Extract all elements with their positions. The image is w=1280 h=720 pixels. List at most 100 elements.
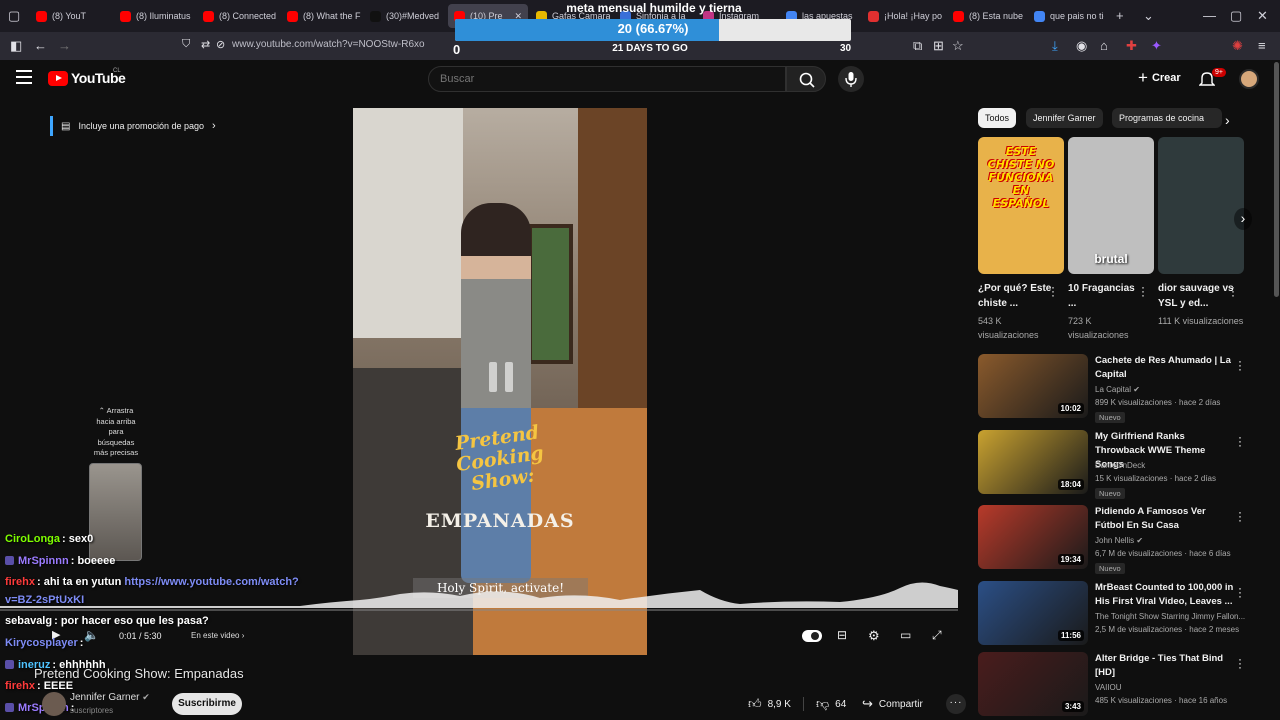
extension-purple-icon[interactable]: ✦ — [1151, 38, 1162, 54]
chat-text: EEEE — [43, 680, 74, 692]
recommendation-more-actions-icon[interactable]: · · · — [1237, 355, 1243, 375]
short-title[interactable]: dior sauvage vs YSL y ed... — [1158, 281, 1234, 311]
recommendation-channel[interactable]: La Capital ✔ — [1095, 385, 1140, 394]
short-thumbnail[interactable]: brutal — [1068, 137, 1154, 274]
recommendation-thumbnail[interactable]: 11:56 — [978, 581, 1088, 645]
shorts-next-chevron-icon[interactable]: › — [1234, 208, 1252, 230]
guide-menu-button[interactable] — [16, 70, 32, 84]
like-icon[interactable]: 👍︎ — [748, 696, 762, 712]
recommendation-title[interactable]: MrBeast Counted to 100,000 in His First … — [1095, 581, 1235, 609]
filter-chip[interactable]: Programas de cocina — [1112, 108, 1222, 128]
app-menu-icon[interactable]: ≡ — [1258, 38, 1266, 53]
short-thumbnail[interactable]: ESTE CHISTE NO FUNCIONA EN ESPAÑOL — [978, 137, 1064, 274]
url-field[interactable]: www.youtube.com/watch?v=NOOStw-R6xo — [232, 39, 425, 50]
volume-icon[interactable]: 🔈 — [84, 628, 102, 644]
extension-gear-icon[interactable]: ✺ — [1232, 38, 1243, 54]
reader-view-icon[interactable]: ⊞ — [933, 38, 944, 54]
short-thumbnail[interactable] — [1158, 137, 1244, 274]
extensions-icon[interactable]: ⌂ — [1100, 38, 1108, 53]
search-box[interactable] — [428, 66, 786, 92]
share-button[interactable]: ↪ Compartir — [862, 693, 923, 715]
picture-in-picture-icon[interactable]: ⧉ — [913, 38, 922, 54]
recommendation-more-actions-icon[interactable]: · · · — [1237, 506, 1243, 526]
close-window-button[interactable]: ✕ — [1257, 8, 1268, 24]
recommendation-thumbnail[interactable]: 19:34 — [978, 505, 1088, 569]
autoplay-toggle[interactable] — [802, 630, 822, 642]
minimize-window-button[interactable]: — — [1203, 8, 1216, 23]
short-more-actions-icon[interactable]: · · · — [1230, 281, 1236, 301]
browser-tab[interactable]: (30)#Medved — [364, 4, 444, 28]
new-tab-button[interactable]: + — [1116, 8, 1124, 23]
recommendation-more-actions-icon[interactable]: · · · — [1237, 582, 1243, 602]
mini-preview-thumbnail[interactable] — [89, 463, 142, 561]
recommendation-thumbnail[interactable]: 3:43 — [978, 652, 1088, 716]
sidebar-toggle-icon[interactable]: ◧ — [10, 38, 22, 54]
tab-list-chevron-icon[interactable]: ⌄ — [1143, 8, 1154, 24]
recommendation-channel[interactable]: VAIIOU — [1095, 683, 1122, 692]
short-title[interactable]: 10 Fragancias ... — [1068, 281, 1144, 311]
chat-message: sebavalg: por hacer eso que les pasa? — [5, 615, 209, 627]
dislike-count[interactable]: 64 — [835, 699, 846, 710]
search-input[interactable] — [440, 73, 770, 85]
dislike-icon[interactable]: 👎︎ — [816, 696, 829, 712]
recommendation-channel[interactable]: John Nellis ✔ — [1095, 536, 1143, 545]
browser-tab[interactable]: ¡Hola! ¡Hay po — [862, 4, 942, 28]
browser-tab[interactable]: (8) YouT — [30, 4, 110, 28]
subscribe-button[interactable]: Suscribirme — [172, 693, 242, 715]
account-icon[interactable]: ◉ — [1076, 38, 1087, 54]
more-actions-button[interactable]: ··· — [946, 694, 966, 714]
settings-gear-icon[interactable]: ⚙ — [868, 628, 886, 644]
theater-mode-icon[interactable]: ▭ — [900, 628, 918, 644]
browser-tab[interactable]: (8) Connected — [197, 4, 277, 28]
search-icon — [799, 72, 815, 88]
short-title[interactable]: ¿Por qué? Este chiste ... — [978, 281, 1054, 311]
page-scrollbar[interactable] — [1274, 62, 1279, 297]
voice-search-button[interactable] — [838, 66, 864, 92]
short-more-actions-icon[interactable]: · · · — [1140, 281, 1146, 301]
forward-button[interactable]: → — [58, 38, 71, 53]
fullscreen-icon[interactable]: ⤢ — [932, 628, 950, 644]
tab-overview-icon[interactable]: ▢ — [8, 8, 20, 24]
recommendation-title[interactable]: Pidiendo A Famosos Ver Fútbol En Su Casa — [1095, 505, 1235, 533]
browser-tab[interactable]: (8) Esta nube — [947, 4, 1027, 28]
subtitles-icon[interactable]: ⊟ — [837, 628, 855, 644]
recommendation-more-actions-icon[interactable]: · · · — [1237, 653, 1243, 673]
search-button[interactable] — [786, 66, 826, 92]
recommendation-channel[interactable]: The Tonight Show Starring Jimmy Fallon..… — [1095, 612, 1245, 621]
like-count[interactable]: 8,9 K — [768, 699, 791, 710]
create-button[interactable]: + Crear — [1138, 69, 1181, 86]
account-avatar[interactable] — [1239, 69, 1259, 89]
filter-chip[interactable]: Todos — [978, 108, 1017, 128]
like-dislike-group: 👍︎ 8,9 K 👎︎ 64 — [748, 693, 846, 715]
browser-tab[interactable]: (8) Iluminatus — [114, 4, 194, 28]
downloads-icon[interactable]: ⤓ — [1052, 38, 1058, 54]
browser-tab[interactable]: (8) What the F — [281, 4, 361, 28]
recommendation-thumbnail[interactable]: 10:02 — [978, 354, 1088, 418]
pause-icon[interactable] — [489, 362, 513, 392]
recommendation-channel[interactable]: DanteOnDeck — [1095, 461, 1145, 470]
recommendation-channel-name: The Tonight Show Starring Jimmy Fallon..… — [1095, 612, 1246, 621]
chat-link[interactable]: https://www.youtube.com/watch? — [124, 576, 298, 588]
permissions-icon[interactable]: ⇄ — [201, 38, 210, 51]
channel-avatar[interactable] — [42, 692, 66, 716]
chapter-link[interactable]: En este video › — [191, 631, 244, 640]
new-badge: Nuevo — [1095, 563, 1125, 574]
chips-next-chevron-icon[interactable]: › — [1225, 112, 1230, 128]
recommendation-title[interactable]: Alter Bridge - Ties That Bind [HD] — [1095, 652, 1235, 680]
restore-window-button[interactable]: ▢ — [1230, 8, 1242, 24]
video-scene-cabinet — [353, 108, 463, 338]
recommendation-title[interactable]: Cachete de Res Ahumado | La Capital — [1095, 354, 1235, 382]
back-button[interactable]: ← — [34, 38, 47, 53]
short-more-actions-icon[interactable]: · · · — [1050, 281, 1056, 301]
recommendation-thumbnail[interactable]: 18:04 — [978, 430, 1088, 494]
filter-chip[interactable]: Jennifer Garner — [1026, 108, 1103, 128]
recommendation-more-actions-icon[interactable]: · · · — [1237, 431, 1243, 451]
extension-red-icon[interactable]: ✚ — [1126, 38, 1137, 54]
browser-tab[interactable]: que pais no tie — [1028, 4, 1104, 28]
channel-name[interactable]: Jennifer Garner ✔ — [70, 692, 150, 703]
paid-promotion-notice[interactable]: ▤ Incluye una promoción de pago › — [50, 116, 216, 136]
tracking-protection-icon[interactable]: ⊘ — [216, 38, 225, 51]
bookmark-star-icon[interactable]: ☆ — [952, 38, 964, 54]
chat-link[interactable]: v=BZ-2sPtUxKI — [5, 594, 84, 606]
site-security-icon[interactable]: ⛉ — [182, 38, 190, 51]
